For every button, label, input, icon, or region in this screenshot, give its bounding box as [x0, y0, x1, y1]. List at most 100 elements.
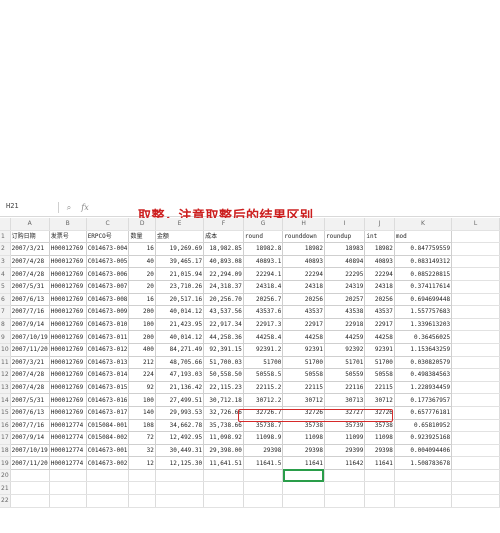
header-cell[interactable]: 成本	[203, 229, 244, 244]
data-cell[interactable]: 12	[128, 456, 156, 470]
data-cell[interactable]	[451, 293, 500, 307]
data-cell[interactable]: 20257	[323, 292, 366, 307]
row-number[interactable]: 7	[0, 305, 11, 319]
data-cell[interactable]	[451, 444, 500, 458]
data-cell[interactable]: 22116	[323, 380, 366, 395]
empty-cell[interactable]	[203, 494, 244, 508]
data-cell[interactable]: 29398	[242, 443, 284, 458]
header-cell[interactable]: ERPCO号	[85, 229, 130, 244]
data-cell[interactable]: 11642	[323, 456, 366, 470]
empty-cell[interactable]	[155, 469, 205, 483]
empty-cell[interactable]	[243, 469, 284, 483]
data-cell[interactable]: 51700	[242, 355, 284, 370]
row-number[interactable]: 17	[0, 431, 11, 445]
data-cell[interactable]: 22917	[282, 317, 325, 332]
row-number[interactable]: 16	[0, 419, 11, 433]
data-cell[interactable]: 0.923925168	[393, 431, 453, 445]
data-cell[interactable]: 51701	[323, 355, 366, 370]
data-cell[interactable]: C014673-009	[85, 305, 130, 319]
header-cell[interactable]: 数量	[128, 229, 156, 244]
data-cell[interactable]: 50558	[364, 368, 395, 382]
data-cell[interactable]: H00012774	[48, 443, 87, 458]
empty-cell[interactable]	[364, 494, 395, 508]
data-cell[interactable]: 2007/5/31	[9, 393, 50, 407]
data-cell[interactable]: 40893	[364, 254, 395, 269]
data-cell[interactable]: H00012769	[48, 330, 87, 344]
data-cell[interactable]: 29398	[364, 443, 395, 458]
data-cell[interactable]: 22917.3	[242, 317, 284, 332]
empty-cell[interactable]	[324, 469, 366, 483]
empty-cell[interactable]	[203, 481, 244, 496]
empty-cell[interactable]	[49, 494, 87, 508]
col-header[interactable]: J	[364, 218, 395, 231]
data-cell[interactable]: 16	[128, 242, 156, 256]
empty-cell[interactable]	[10, 494, 50, 508]
data-cell[interactable]: 2007/4/28	[9, 368, 50, 382]
data-cell[interactable]: 92391	[364, 342, 395, 357]
row-number[interactable]: 21	[0, 481, 11, 496]
data-cell[interactable]: 50559	[323, 368, 366, 382]
data-cell[interactable]: 11098	[282, 431, 325, 445]
col-header[interactable]: B	[49, 218, 87, 231]
data-cell[interactable]: 11098	[364, 431, 395, 445]
data-cell[interactable]: 400	[128, 342, 156, 357]
data-cell[interactable]: 100	[128, 393, 156, 407]
row-number[interactable]: 20	[0, 469, 11, 483]
data-cell[interactable]: 44258.4	[242, 330, 284, 344]
col-header[interactable]: K	[394, 218, 453, 231]
data-cell[interactable]	[451, 318, 500, 332]
data-cell[interactable]: 24318	[282, 279, 325, 294]
data-cell[interactable]	[451, 242, 500, 256]
col-header[interactable]: G	[243, 218, 284, 231]
row-number[interactable]: 18	[0, 444, 11, 458]
data-cell[interactable]: 29398	[282, 443, 325, 458]
row-number[interactable]: 19	[0, 456, 11, 470]
data-cell[interactable]: 2007/3/21	[9, 242, 50, 256]
data-cell[interactable]: 44258	[282, 330, 325, 344]
data-cell[interactable]: 50,558.50	[203, 368, 244, 382]
data-cell[interactable]: 51,700.03	[203, 355, 244, 370]
data-cell[interactable]: 0.847759559	[393, 242, 453, 256]
data-cell[interactable]: H00012774	[48, 431, 87, 445]
data-cell[interactable]: 30712.2	[242, 393, 284, 407]
data-cell[interactable]: 0.085220815	[393, 267, 453, 281]
row-number[interactable]: 8	[0, 318, 11, 332]
empty-cell[interactable]	[86, 494, 130, 508]
data-cell[interactable]: 24319	[323, 279, 366, 294]
empty-cell[interactable]	[155, 494, 205, 508]
data-cell[interactable]	[451, 330, 500, 344]
header-cell[interactable]: 订购日期	[9, 229, 50, 244]
data-cell[interactable]: 20256.7	[242, 292, 284, 307]
empty-cell[interactable]	[451, 481, 500, 496]
data-cell[interactable]: 30712	[364, 393, 395, 407]
data-cell[interactable]: 12,492.95	[154, 431, 205, 445]
data-cell[interactable]: 2007/6/13	[9, 292, 50, 307]
row-number[interactable]: 4	[0, 267, 11, 281]
data-cell[interactable]: 23,710.26	[154, 279, 205, 294]
col-header[interactable]: C	[86, 218, 130, 231]
row-number[interactable]: 9	[0, 330, 11, 344]
data-cell[interactable]: 50558	[282, 368, 325, 382]
empty-cell[interactable]	[451, 469, 500, 483]
data-cell[interactable]: C014673-011	[85, 330, 130, 344]
empty-cell[interactable]	[364, 481, 395, 496]
empty-cell[interactable]	[243, 494, 284, 508]
data-cell[interactable]: 11,098.92	[203, 431, 244, 445]
data-cell[interactable]: 200	[128, 305, 156, 319]
empty-cell[interactable]	[282, 494, 325, 508]
data-cell[interactable]: 22917	[364, 317, 395, 332]
data-cell[interactable]: 30713	[323, 393, 366, 407]
data-cell[interactable]: 35738	[364, 418, 395, 433]
data-cell[interactable]: 11641	[364, 456, 395, 470]
row-number[interactable]: 15	[0, 406, 11, 420]
data-cell[interactable]: 1.339613203	[393, 317, 453, 332]
row-number[interactable]: 1	[0, 230, 11, 244]
empty-cell[interactable]	[451, 494, 500, 508]
data-cell[interactable]: 39,465.17	[154, 254, 205, 269]
data-cell[interactable]: 0.36456025	[393, 330, 453, 344]
data-cell[interactable]: 35739	[323, 418, 366, 433]
data-cell[interactable]: 24,318.37	[203, 279, 244, 294]
data-cell[interactable]: 92	[128, 380, 156, 395]
data-cell[interactable]: 30,449.31	[154, 443, 205, 458]
empty-cell[interactable]	[128, 494, 156, 508]
